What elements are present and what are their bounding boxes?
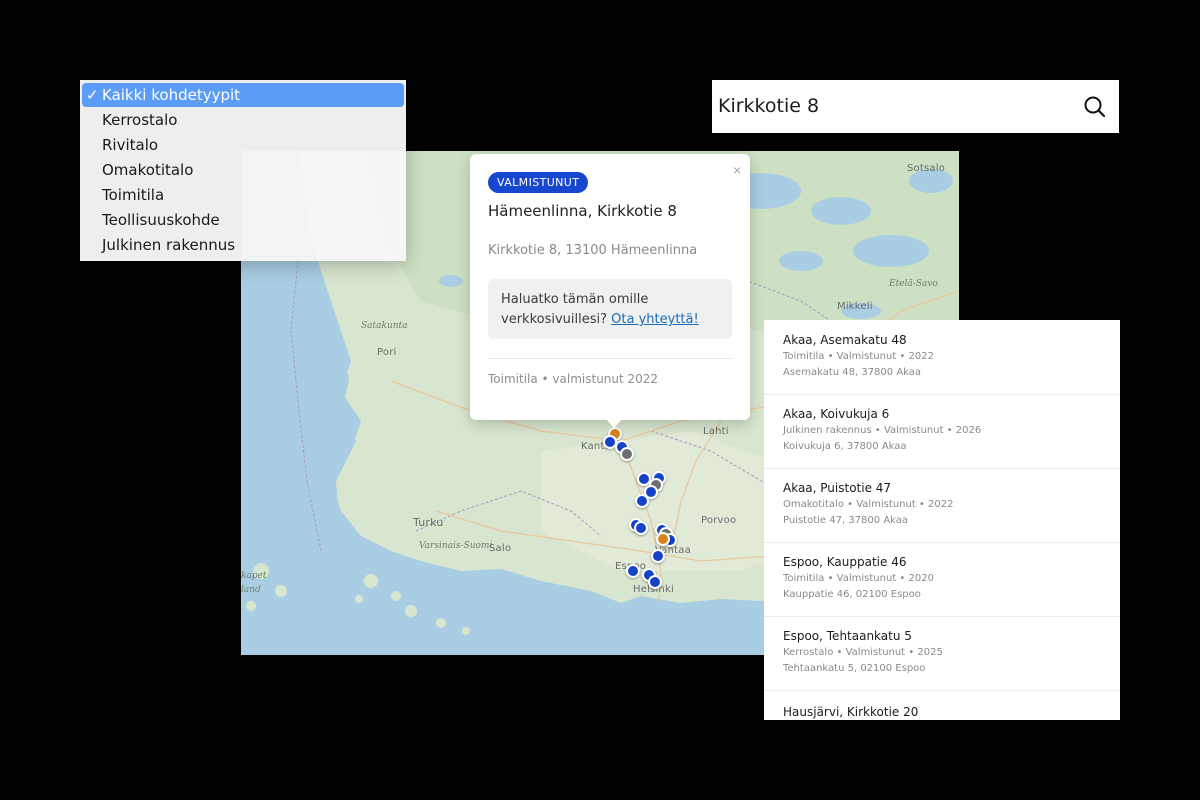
item-address: Koivukuja 6, 37800 Akaa bbox=[783, 441, 907, 452]
map-label: Porvoo bbox=[701, 515, 737, 526]
map-label: Mikkeli bbox=[837, 301, 873, 312]
list-item[interactable]: Akaa, Puistotie 47 Omakotitalo • Valmist… bbox=[764, 468, 1120, 543]
close-icon[interactable]: × bbox=[733, 162, 741, 178]
map-label: Pori bbox=[377, 347, 397, 358]
option-label: Kerrostalo bbox=[102, 111, 178, 129]
option-label: Julkinen rakennus bbox=[102, 236, 236, 254]
search-icon[interactable] bbox=[1080, 92, 1110, 122]
search-bar bbox=[712, 80, 1119, 133]
list-item[interactable]: Akaa, Koivukuja 6 Julkinen rakennus • Va… bbox=[764, 394, 1120, 469]
dropdown-option[interactable]: Kerrostalo bbox=[82, 108, 404, 132]
popup-address: Kirkkotie 8, 13100 Hämeenlinna bbox=[488, 243, 698, 258]
item-address: Kauppatie 46, 02100 Espoo bbox=[783, 589, 921, 600]
dropdown-option[interactable]: Toimitila bbox=[82, 183, 404, 207]
check-icon: ✓ bbox=[86, 86, 99, 104]
item-title: Espoo, Kauppatie 46 bbox=[783, 555, 907, 569]
map-marker[interactable] bbox=[634, 521, 648, 535]
map-label: land bbox=[241, 585, 261, 595]
item-meta: Julkinen rakennus • Valmistunut • 2026 bbox=[783, 425, 982, 436]
option-label: Teollisuuskohde bbox=[102, 211, 220, 229]
item-meta: Toimitila • Valmistunut • 2020 bbox=[783, 573, 934, 584]
map-marker[interactable] bbox=[651, 549, 665, 563]
map-marker[interactable] bbox=[656, 532, 670, 546]
item-title: Akaa, Asemakatu 48 bbox=[783, 333, 907, 347]
dropdown-option[interactable]: Rivitalo bbox=[82, 133, 404, 157]
contact-link[interactable]: Ota yhteyttä! bbox=[611, 312, 699, 327]
dropdown-option[interactable]: Omakotitalo bbox=[82, 158, 404, 182]
dropdown-option[interactable]: ✓ Kaikki kohdetyypit bbox=[82, 83, 404, 107]
item-meta: Kerrostalo • Valmistunut • 2025 bbox=[783, 647, 943, 658]
map-label: kapet bbox=[241, 571, 267, 581]
divider bbox=[488, 358, 732, 359]
option-label: Rivitalo bbox=[102, 136, 159, 154]
results-list[interactable]: Akaa, Asemakatu 48 Toimitila • Valmistun… bbox=[764, 320, 1120, 720]
map-label: Lahti bbox=[703, 426, 729, 437]
map-marker[interactable] bbox=[620, 447, 634, 461]
item-address: Tehtaankatu 5, 02100 Espoo bbox=[783, 663, 926, 674]
map-label: Varsinais-Suomi bbox=[419, 541, 493, 551]
map-popup: × VALMISTUNUT Hämeenlinna, Kirkkotie 8 K… bbox=[470, 154, 750, 420]
item-meta: Toimitila • Valmistunut • 2022 bbox=[783, 351, 934, 362]
map-marker[interactable] bbox=[626, 564, 640, 578]
list-item[interactable]: Espoo, Tehtaankatu 5 Kerrostalo • Valmis… bbox=[764, 616, 1120, 691]
popup-cta-box: Haluatko tämän omille verkkosivuillesi? … bbox=[488, 279, 732, 339]
item-address: Asemakatu 48, 37800 Akaa bbox=[783, 367, 922, 378]
map-label: Satakunta bbox=[361, 321, 408, 331]
popup-arrow bbox=[605, 418, 623, 428]
map-label: Sotsalo bbox=[907, 163, 946, 174]
cta-text: Haluatko tämän omille verkkosivuillesi? … bbox=[501, 290, 726, 330]
type-filter-dropdown[interactable]: ✓ Kaikki kohdetyypit Kerrostalo Rivitalo… bbox=[80, 80, 406, 261]
map-label: Etelä-Savo bbox=[889, 279, 938, 289]
dropdown-option[interactable]: Teollisuuskohde bbox=[82, 208, 404, 232]
map-label: Salo bbox=[489, 543, 512, 554]
item-title: Akaa, Koivukuja 6 bbox=[783, 407, 890, 421]
map-marker[interactable] bbox=[635, 494, 649, 508]
option-label: Toimitila bbox=[102, 186, 165, 204]
item-title: Hausjärvi, Kirkkotie 20 bbox=[783, 705, 919, 719]
popup-title: Hämeenlinna, Kirkkotie 8 bbox=[488, 202, 677, 220]
map-label: Turku bbox=[413, 516, 444, 529]
list-item[interactable]: Espoo, Kauppatie 46 Toimitila • Valmistu… bbox=[764, 542, 1120, 617]
status-badge: VALMISTUNUT bbox=[488, 172, 589, 193]
item-title: Espoo, Tehtaankatu 5 bbox=[783, 629, 912, 643]
popup-footer: Toimitila • valmistunut 2022 bbox=[488, 372, 659, 386]
item-title: Akaa, Puistotie 47 bbox=[783, 481, 892, 495]
item-meta: Omakotitalo • Valmistunut • 2022 bbox=[783, 499, 954, 510]
option-label: Kaikki kohdetyypit bbox=[102, 86, 241, 104]
list-item[interactable]: Akaa, Asemakatu 48 Toimitila • Valmistun… bbox=[764, 320, 1120, 395]
dropdown-option[interactable]: Julkinen rakennus bbox=[82, 233, 404, 257]
search-input[interactable] bbox=[718, 92, 1058, 120]
list-item[interactable]: Hausjärvi, Kirkkotie 20 bbox=[764, 690, 1120, 720]
option-label: Omakotitalo bbox=[102, 161, 194, 179]
map-marker[interactable] bbox=[648, 575, 662, 589]
item-address: Puistotie 47, 37800 Akaa bbox=[783, 515, 909, 526]
